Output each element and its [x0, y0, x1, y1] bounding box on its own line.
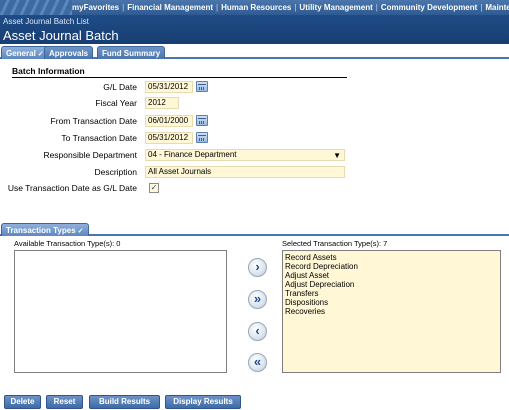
list-item[interactable]: Adjust Asset — [285, 271, 498, 280]
list-item[interactable]: Record Depreciation — [285, 262, 498, 271]
department-label: Responsible Department — [43, 150, 137, 160]
list-item[interactable]: Recoveries — [285, 307, 498, 316]
department-row: Responsible Department 04 - Finance Depa… — [0, 149, 509, 161]
page-header: Asset Journal Batch List Asset Journal B… — [0, 15, 509, 44]
use-trans-date-row: Use Transaction Date as G/L Date ✓ — [0, 182, 509, 194]
use-trans-date-checkbox[interactable]: ✓ — [149, 183, 159, 193]
section-title: Batch Information — [12, 66, 347, 78]
tab-approvals-label: Approvals — [49, 49, 89, 58]
nav-financial-management[interactable]: Financial Management — [127, 3, 213, 12]
available-types-list[interactable] — [14, 250, 227, 373]
selected-caption: Selected Transaction Type(s): 7 — [282, 239, 388, 248]
gl-date-label: G/L Date — [103, 82, 137, 92]
to-date-label: To Transaction Date — [61, 133, 137, 143]
gl-date-field[interactable]: 05/31/2012 — [145, 81, 193, 93]
tab-general-label: General — [6, 49, 36, 58]
from-date-field[interactable]: 06/01/2000 — [145, 115, 193, 127]
tab-general[interactable]: General ✓ — [1, 46, 49, 59]
tab-fund-summary[interactable]: Fund Summary — [97, 46, 166, 59]
fiscal-year-row: Fiscal Year 2012 — [0, 97, 509, 109]
list-item[interactable]: Record Assets — [285, 253, 498, 262]
from-date-row: From Transaction Date 06/01/2000 — [0, 115, 509, 127]
chevron-down-icon[interactable]: ▼ — [333, 151, 341, 161]
description-row: Description All Asset Journals — [0, 166, 509, 178]
description-label: Description — [94, 167, 137, 177]
tab-fund-summary-label: Fund Summary — [102, 49, 161, 58]
add-all-button[interactable]: » — [248, 290, 267, 309]
top-navigation-bar: myFavorites | Financial Management | Human R… — [0, 0, 509, 15]
fiscal-year-field[interactable]: 2012 — [145, 97, 179, 109]
department-select[interactable]: 04 - Finance Department ▼ — [145, 149, 345, 161]
nav-utility-management[interactable]: Utility Management — [299, 3, 372, 12]
available-caption: Available Transaction Type(s): 0 — [14, 239, 121, 248]
nav-myfavorites[interactable]: myFavorites — [72, 3, 119, 12]
nav-human-resources[interactable]: Human Resources — [221, 3, 291, 12]
tab-approvals[interactable]: Approvals — [44, 46, 94, 59]
to-date-field[interactable]: 05/31/2012 — [145, 132, 193, 144]
reset-button[interactable]: Reset — [46, 395, 83, 409]
use-trans-date-label: Use Transaction Date as G/L Date — [7, 183, 137, 193]
footer-toolbar: Delete Reset Build Results Display Resul… — [0, 394, 509, 410]
fiscal-year-label: Fiscal Year — [95, 98, 137, 108]
tab-transaction-types[interactable]: Transaction Types ✓ — [1, 223, 89, 236]
list-item[interactable]: Transfers — [285, 289, 498, 298]
gl-date-row: G/L Date 05/31/2012 — [0, 81, 509, 93]
check-icon: ✓ — [37, 51, 44, 58]
to-date-row: To Transaction Date 05/31/2012 — [0, 132, 509, 144]
calendar-icon[interactable] — [196, 132, 208, 143]
add-selected-button[interactable]: › — [248, 258, 267, 277]
remove-all-button[interactable]: « — [248, 353, 267, 372]
delete-button[interactable]: Delete — [4, 395, 41, 409]
nav-community-development[interactable]: Community Development — [381, 3, 477, 12]
nav-maintenance[interactable]: Maintenar — [485, 3, 509, 12]
transaction-types-tab-bar: Transaction Types ✓ — [0, 220, 509, 236]
display-results-button[interactable]: Display Results — [165, 395, 241, 409]
tab-transaction-types-label: Transaction Types — [6, 226, 76, 235]
calendar-icon[interactable] — [196, 115, 208, 126]
description-field[interactable]: All Asset Journals — [145, 166, 345, 178]
department-value: 04 - Finance Department — [148, 150, 237, 159]
calendar-icon[interactable] — [196, 81, 208, 92]
nav-decoration — [0, 0, 72, 15]
build-results-button[interactable]: Build Results — [89, 395, 160, 409]
list-item[interactable]: Dispositions — [285, 298, 498, 307]
batch-information-panel: Batch Information G/L Date 05/31/2012 Fi… — [0, 61, 509, 218]
from-date-label: From Transaction Date — [50, 116, 137, 126]
selected-types-list[interactable]: Record Assets Record Depreciation Adjust… — [282, 250, 501, 373]
check-icon: ✓ — [77, 228, 84, 235]
list-item[interactable]: Adjust Depreciation — [285, 280, 498, 289]
remove-selected-button[interactable]: ‹ — [248, 322, 267, 341]
transaction-types-panel: Available Transaction Type(s): 0 Selecte… — [0, 238, 509, 388]
tab-bar: General ✓ Approvals Fund Summary — [0, 45, 509, 59]
breadcrumb[interactable]: Asset Journal Batch List — [3, 17, 89, 26]
page-title: Asset Journal Batch — [3, 28, 119, 43]
